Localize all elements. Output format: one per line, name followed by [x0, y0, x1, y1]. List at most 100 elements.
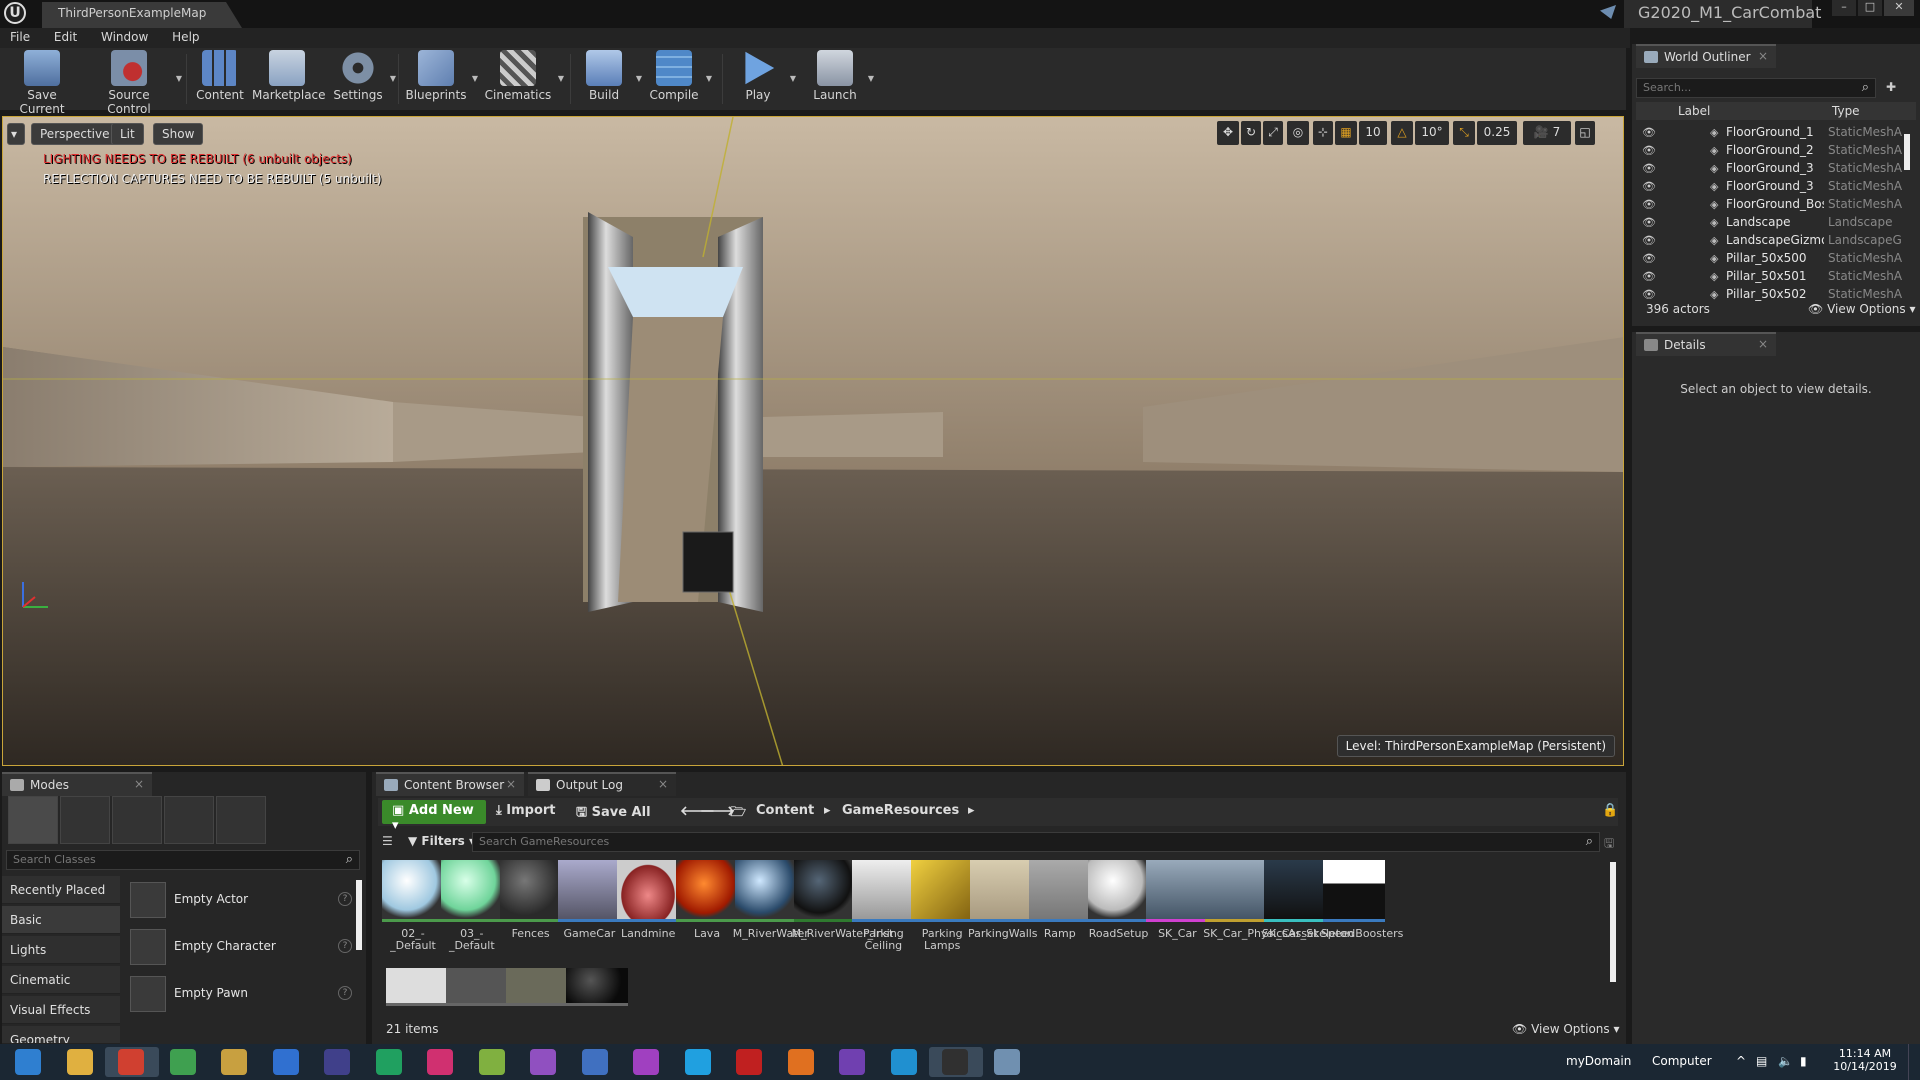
help-icon[interactable]: ?: [338, 939, 352, 953]
asset-tile-more-4[interactable]: [564, 968, 630, 1006]
outliner-row[interactable]: 👁 ◈ FloorGround_1 StaticMeshA: [1636, 124, 1906, 142]
rotation-snap-icon[interactable]: △: [1391, 121, 1413, 145]
asset-tile[interactable]: Fences: [498, 860, 564, 940]
paint-icon[interactable]: [981, 1047, 1035, 1077]
eye-icon[interactable]: 👁: [1642, 198, 1656, 211]
phpstorm-icon[interactable]: [620, 1047, 674, 1077]
firefox-icon[interactable]: [775, 1047, 829, 1077]
scale-snap-icon[interactable]: ⤡: [1453, 121, 1475, 145]
help-icon[interactable]: ?: [338, 892, 352, 906]
asset-tile[interactable]: Ramp: [1027, 860, 1093, 940]
dropdown-arrow-icon[interactable]: ▼: [472, 74, 478, 83]
placeable-item[interactable]: Empty Character?: [126, 925, 358, 969]
content-button[interactable]: Content: [192, 50, 248, 108]
mattermost-icon[interactable]: [517, 1047, 571, 1077]
geometry-mode-icon[interactable]: [216, 796, 266, 844]
foliage-mode-icon[interactable]: [164, 796, 214, 844]
eye-icon[interactable]: 👁: [1642, 270, 1656, 283]
placeable-item[interactable]: Empty Actor?: [126, 878, 358, 922]
lit-button[interactable]: Lit: [111, 123, 144, 145]
import-button[interactable]: ⤓ Import: [496, 803, 556, 818]
blueprints-button[interactable]: Blueprints ▼: [404, 50, 478, 108]
maximize-viewport-icon[interactable]: ◱: [1575, 121, 1595, 145]
rotate-tool-icon[interactable]: ↻: [1241, 121, 1261, 145]
breadcrumb-arrow-icon[interactable]: ▸: [968, 803, 975, 818]
chrome-canary-icon[interactable]: [157, 1047, 211, 1077]
grid-snap-value[interactable]: 10: [1359, 121, 1387, 145]
surface-snap-icon[interactable]: ⊹: [1313, 121, 1333, 145]
jetbrains-toolbox-icon[interactable]: [414, 1047, 468, 1077]
dropdown-arrow-icon[interactable]: ▼: [790, 74, 796, 83]
taskbar-computer[interactable]: Computer: [1652, 1054, 1712, 1068]
filters-button[interactable]: ▼ Filters ▾: [408, 834, 475, 848]
outliner-row[interactable]: 👁 ◈ FloorGround_3 StaticMeshA: [1636, 160, 1906, 178]
tab-content-browser[interactable]: Content Browser ×: [376, 772, 524, 796]
col-label[interactable]: Label: [1678, 104, 1710, 118]
close-tab-icon[interactable]: ×: [506, 777, 516, 791]
chrome-icon[interactable]: [105, 1047, 159, 1077]
play-button[interactable]: Play ▼: [730, 50, 796, 108]
asset-tile[interactable]: Landmine: [615, 860, 681, 940]
close-tab-icon[interactable]: ×: [1758, 49, 1768, 63]
breadcrumb-content[interactable]: Content: [756, 803, 814, 818]
col-type[interactable]: Type: [1832, 104, 1860, 118]
asset-tile[interactable]: ParkingWalls: [968, 860, 1038, 940]
launch-button[interactable]: Launch ▼: [806, 50, 874, 108]
asset-tile[interactable]: Parking Lamps: [909, 860, 975, 952]
asset-tile[interactable]: SK_Car_Skeleton: [1262, 860, 1354, 940]
content-scrollbar[interactable]: [1610, 862, 1616, 982]
breadcrumb-arrow-icon[interactable]: ▸: [824, 803, 831, 818]
tray-signal-icon[interactable]: ▮: [1800, 1054, 1807, 1068]
filezilla-icon[interactable]: [723, 1047, 777, 1077]
outliner-row[interactable]: 👁 ◈ FloorGround_2 StaticMeshA: [1636, 142, 1906, 160]
eye-icon[interactable]: 👁: [1642, 162, 1656, 175]
eye-icon[interactable]: 👁: [1642, 126, 1656, 139]
dropdown-arrow-icon[interactable]: ▼: [706, 74, 712, 83]
grid-snap-icon[interactable]: ▦: [1335, 121, 1357, 145]
build-button[interactable]: Build ▼: [576, 50, 642, 108]
eclipse-icon[interactable]: [311, 1047, 365, 1077]
asset-tile[interactable]: M_RiverWater_Inst: [792, 860, 893, 940]
close-tab-icon[interactable]: ×: [658, 777, 668, 791]
asset-tile[interactable]: Lava: [674, 860, 740, 940]
visual-studio-icon[interactable]: [826, 1047, 880, 1077]
close-tab-icon[interactable]: ×: [1758, 337, 1768, 351]
outliner-row[interactable]: 👁 ◈ Pillar_50x501 StaticMeshA: [1636, 268, 1906, 286]
tray-volume-icon[interactable]: 🔈: [1778, 1054, 1793, 1068]
outliner-view-options[interactable]: 👁 View Options ▾: [1808, 302, 1916, 316]
clock[interactable]: 11:14 AM 10/14/2019: [1830, 1047, 1900, 1073]
teamviewer-icon[interactable]: [878, 1047, 932, 1077]
start-orb-icon[interactable]: [2, 1047, 56, 1077]
mode-category[interactable]: Geometry: [2, 1026, 120, 1044]
paint-mode-icon[interactable]: [60, 796, 110, 844]
eye-icon[interactable]: 👁: [1642, 252, 1656, 265]
add-filter-icon[interactable]: ✚: [1886, 80, 1902, 96]
settings-button[interactable]: Settings ▼: [330, 50, 396, 108]
eye-icon[interactable]: 👁: [1642, 288, 1656, 301]
maximize-icon[interactable]: □: [1858, 0, 1882, 16]
dropdown-arrow-icon[interactable]: ▼: [868, 74, 874, 83]
outliner-row[interactable]: 👁 ◈ Pillar_50x500 StaticMeshA: [1636, 250, 1906, 268]
compile-button[interactable]: Compile ▼: [646, 50, 712, 108]
help-icon[interactable]: ?: [338, 986, 352, 1000]
lock-icon[interactable]: 🔒: [1602, 803, 1618, 818]
asset-tile[interactable]: Parking Ceiling: [850, 860, 916, 952]
content-search-input[interactable]: Search GameResources ⌕: [472, 832, 1600, 852]
world-space-icon[interactable]: ◎: [1287, 121, 1309, 145]
translate-tool-icon[interactable]: ✥: [1217, 121, 1239, 145]
sources-toggle-icon[interactable]: ☰: [382, 834, 393, 848]
menu-window[interactable]: Window: [91, 28, 158, 46]
ldplayer-icon[interactable]: [208, 1047, 262, 1077]
asset-tile[interactable]: GameCar: [556, 860, 622, 940]
outliner-row[interactable]: 👁 ◈ FloorGround_3 StaticMeshA: [1636, 178, 1906, 196]
landscape-mode-icon[interactable]: [112, 796, 162, 844]
eye-icon[interactable]: 👁: [1642, 144, 1656, 157]
tab-details[interactable]: Details ×: [1636, 332, 1776, 356]
menu-file[interactable]: File: [0, 28, 40, 46]
save-search-icon[interactable]: 🖫: [1604, 834, 1614, 855]
asset-tile[interactable]: 02_-_Default: [380, 860, 446, 952]
mode-category[interactable]: Cinematic: [2, 966, 120, 994]
mode-category[interactable]: Visual Effects: [2, 996, 120, 1024]
level-viewport[interactable]: ▾ Perspective Lit Show LIGHTING NEEDS TO…: [2, 116, 1624, 766]
rotation-snap-value[interactable]: 10°: [1415, 121, 1449, 145]
